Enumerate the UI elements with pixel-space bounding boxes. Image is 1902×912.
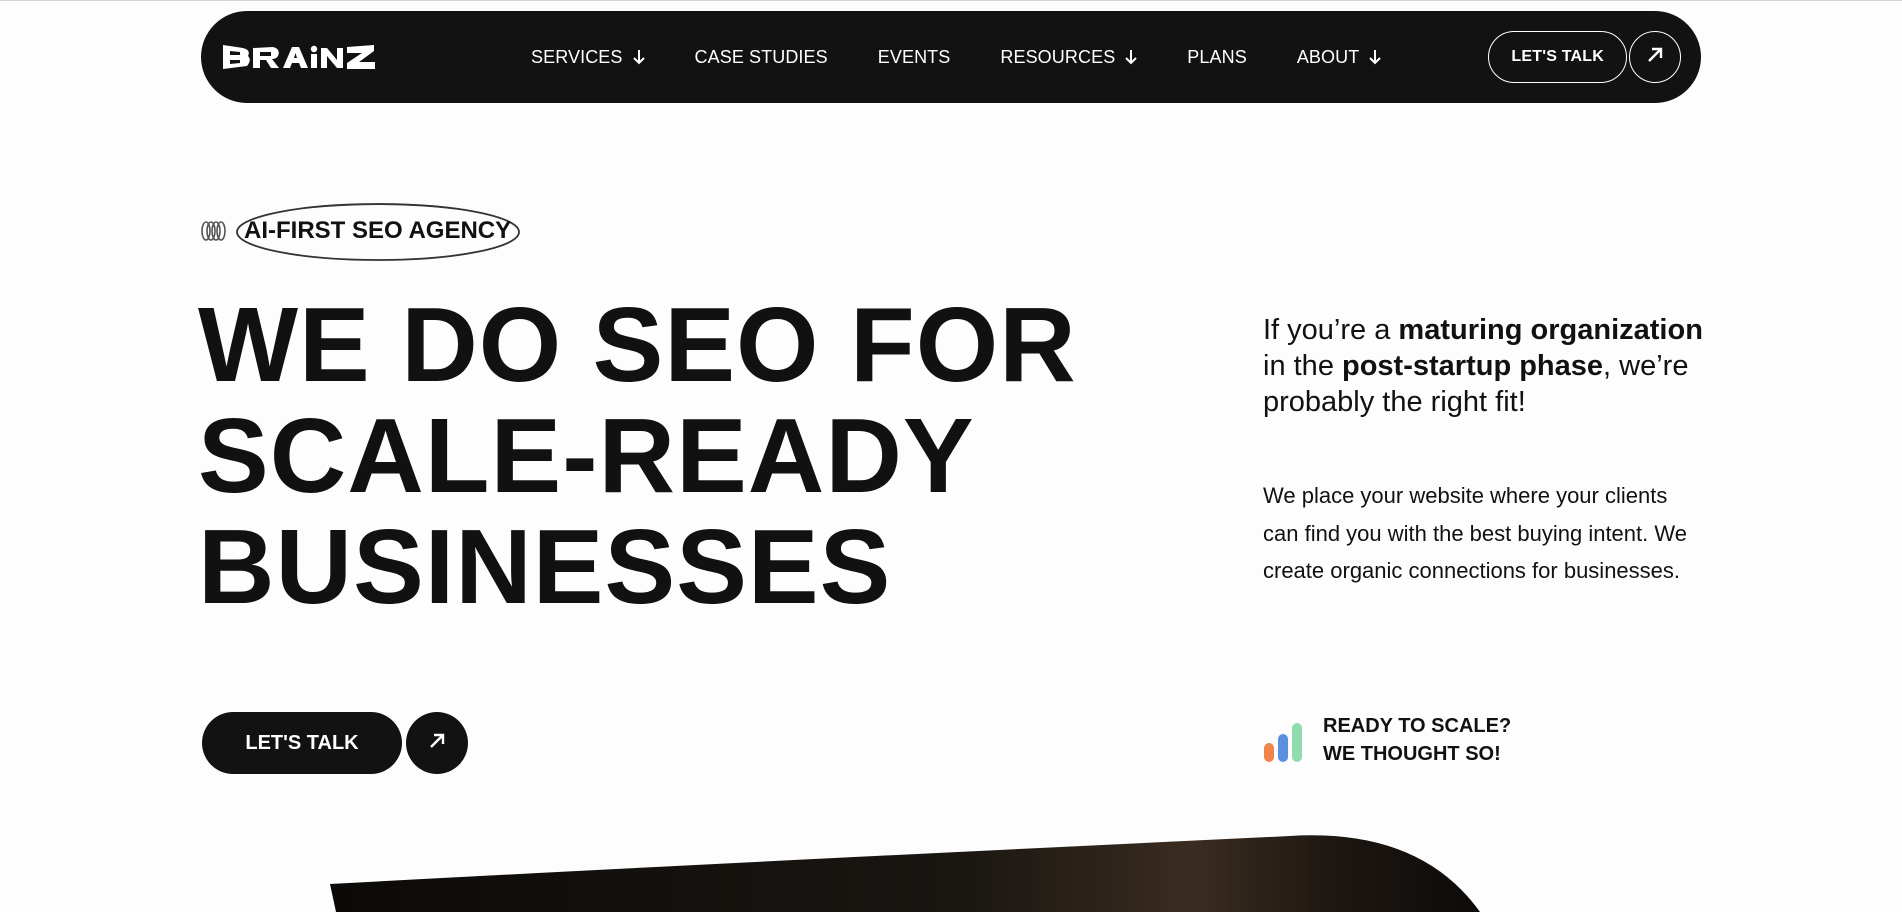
nav-item-label: PLANS bbox=[1187, 46, 1247, 67]
ready-to-scale: READY TO SCALE? WE THOUGHT SO! bbox=[1263, 712, 1511, 768]
intro-emphasis: post-startup phase bbox=[1342, 350, 1604, 382]
top-divider bbox=[0, 0, 1902, 1]
nav-item-services[interactable]: SERVICES bbox=[531, 47, 645, 68]
headline-line-3: BUSINESSES bbox=[198, 508, 892, 626]
hero-image-card bbox=[330, 835, 1480, 912]
nav-item-case-studies[interactable]: CASE STUDIES bbox=[695, 47, 828, 68]
hero-arrow-button[interactable] bbox=[406, 712, 468, 774]
ready-line-2: WE THOUGHT SO! bbox=[1323, 743, 1501, 765]
nav-item-about[interactable]: ABOUT bbox=[1297, 47, 1382, 68]
ready-line-1: READY TO SCALE? bbox=[1323, 715, 1512, 737]
nav-cta-group: LET'S TALK bbox=[1488, 31, 1681, 83]
arrow-up-right-icon bbox=[428, 732, 446, 755]
nav-item-label: ABOUT bbox=[1296, 46, 1360, 67]
badge-label-wrap: AI-FIRST SEO AGENCY bbox=[234, 200, 521, 262]
arrow-down-icon bbox=[632, 49, 645, 65]
brainz-logo-mark bbox=[223, 45, 375, 69]
nav-item-label: CASE STUDIES bbox=[694, 46, 828, 67]
bar-chart-icon bbox=[1263, 717, 1303, 763]
hero-headline: WE DO SEO FOR SCALE-READY BUSINESSES bbox=[198, 290, 1098, 623]
main-navbar: SERVICES CASE STUDIES EVENTS RESOURCES P… bbox=[201, 11, 1701, 103]
badge-text: AI-FIRST SEO AGENCY bbox=[244, 217, 512, 244]
hero-badge: AI-FIRST SEO AGENCY bbox=[200, 200, 521, 262]
nav-item-label: EVENTS bbox=[877, 46, 951, 67]
nav-item-plans[interactable]: PLANS bbox=[1187, 47, 1247, 68]
headline-line-1: WE DO SEO FOR bbox=[198, 286, 1077, 404]
nav-item-label: RESOURCES bbox=[1000, 46, 1116, 67]
intro-text: If you’re a bbox=[1263, 314, 1399, 346]
hero-cta-group: LET'S TALK bbox=[202, 712, 468, 774]
nav-item-resources[interactable]: RESOURCES bbox=[1000, 46, 1138, 68]
arrow-down-icon bbox=[1125, 49, 1138, 65]
intro-text: in the bbox=[1263, 350, 1342, 382]
rings-icon bbox=[200, 220, 228, 242]
intro-emphasis: maturing organization bbox=[1398, 314, 1703, 346]
nav-item-label: SERVICES bbox=[531, 46, 623, 67]
brainz-logo[interactable] bbox=[221, 33, 379, 81]
headline-line-2: SCALE-READY bbox=[198, 397, 975, 515]
nav-menu: SERVICES CASE STUDIES EVENTS RESOURCES P… bbox=[531, 11, 1431, 103]
arrow-up-right-icon bbox=[1646, 46, 1664, 69]
nav-lets-talk-button[interactable]: LET'S TALK bbox=[1488, 31, 1627, 83]
hero-lets-talk-button[interactable]: LET'S TALK bbox=[202, 712, 402, 774]
nav-arrow-button[interactable] bbox=[1629, 31, 1681, 83]
hero-description: We place your website where your clients… bbox=[1263, 483, 1687, 583]
ready-text: READY TO SCALE? WE THOUGHT SO! bbox=[1323, 712, 1511, 768]
arrow-down-icon bbox=[1369, 49, 1382, 65]
hero-intro: If you’re a maturing organization in the… bbox=[1263, 312, 1703, 420]
nav-item-events[interactable]: EVENTS bbox=[878, 47, 951, 68]
